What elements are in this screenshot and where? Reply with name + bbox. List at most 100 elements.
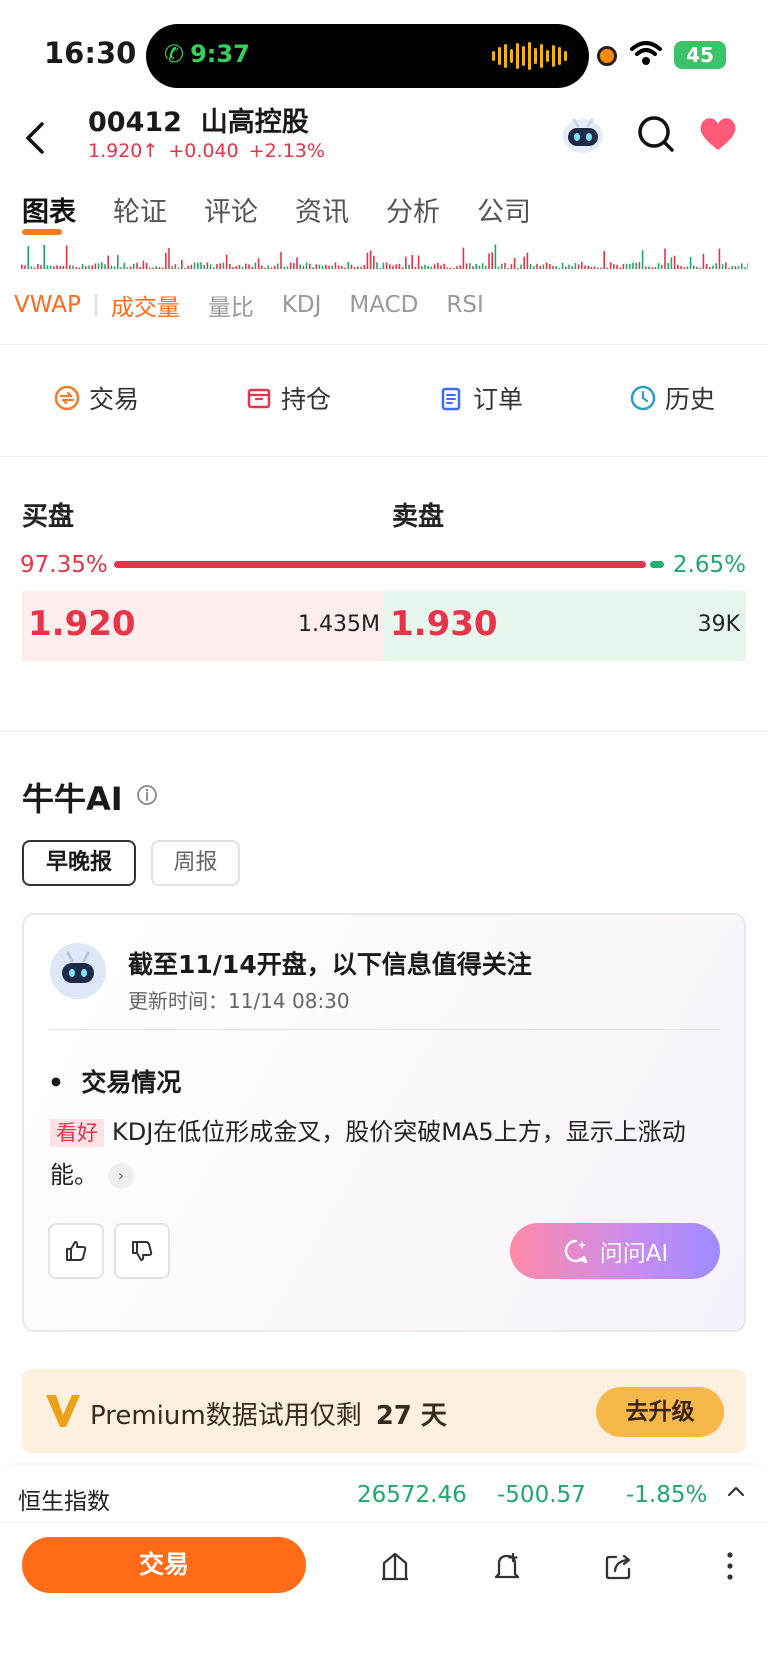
more-menu-icon[interactable] bbox=[720, 1549, 740, 1583]
indicator-bar: VWAP 成交量 量比 KDJ MACD RSI bbox=[14, 288, 512, 322]
volume-bar bbox=[264, 267, 266, 269]
volume-bar bbox=[85, 266, 87, 269]
volume-bar bbox=[360, 266, 362, 269]
volume-bar bbox=[254, 262, 257, 269]
history-icon bbox=[630, 385, 656, 411]
ask-percent: 2.65% bbox=[672, 552, 746, 578]
index-ticker[interactable]: 恒生指数 26572.46 -500.57 -1.85% bbox=[0, 1466, 768, 1522]
volume-bar bbox=[286, 266, 289, 269]
volume-bar bbox=[568, 264, 570, 269]
premium-days: 27 天 bbox=[375, 1401, 447, 1431]
chevron-up-icon[interactable] bbox=[724, 1480, 748, 1504]
info-icon[interactable] bbox=[136, 784, 158, 806]
volume-bar bbox=[699, 267, 701, 269]
price-alert-icon[interactable] bbox=[490, 1549, 524, 1583]
volume-bar bbox=[517, 267, 519, 269]
battery-icon: 45 bbox=[674, 41, 726, 69]
pill-weekly-report[interactable]: 周报 bbox=[151, 840, 240, 886]
tab-analysis[interactable]: 分析 bbox=[386, 190, 440, 229]
thumbs-up-button[interactable] bbox=[48, 1223, 104, 1279]
volume-bar bbox=[677, 264, 679, 269]
indicator-volume[interactable]: 成交量 bbox=[111, 288, 180, 322]
volume-bar bbox=[427, 265, 429, 269]
volume-bar bbox=[65, 245, 68, 269]
indicator-kdj[interactable]: KDJ bbox=[282, 292, 322, 318]
share-icon[interactable] bbox=[602, 1549, 636, 1583]
volume-bar bbox=[136, 262, 138, 269]
indicator-vwap[interactable]: VWAP bbox=[14, 292, 81, 318]
volume-bar bbox=[235, 266, 237, 269]
chevron-right-icon[interactable]: › bbox=[108, 1163, 134, 1189]
volume-bar bbox=[91, 265, 93, 269]
upgrade-button[interactable]: 去升级 bbox=[596, 1387, 724, 1437]
volume-bar bbox=[27, 246, 29, 269]
indicator-macd[interactable]: MACD bbox=[349, 292, 418, 318]
volume-bar bbox=[693, 265, 695, 269]
action-history[interactable]: 历史 bbox=[629, 380, 715, 416]
volume-bar bbox=[577, 264, 580, 269]
tab-chart[interactable]: 图表 bbox=[22, 190, 76, 235]
thumbs-down-button[interactable] bbox=[114, 1223, 170, 1279]
tab-warrants[interactable]: 轮证 bbox=[113, 190, 167, 229]
volume-bar bbox=[248, 264, 250, 269]
indicator-volume-ratio[interactable]: 量比 bbox=[208, 288, 254, 322]
action-position[interactable]: 持仓 bbox=[245, 380, 331, 416]
search-icon[interactable] bbox=[636, 112, 676, 156]
premium-banner[interactable]: Premium数据试用仅剩 27 天 去升级 bbox=[22, 1369, 746, 1453]
volume-bar bbox=[33, 267, 36, 269]
volume-bar bbox=[645, 266, 647, 269]
volume-chart[interactable] bbox=[20, 244, 748, 270]
volume-bar bbox=[30, 266, 33, 269]
volume-bar bbox=[344, 267, 346, 269]
premium-message: Premium数据试用仅剩 bbox=[90, 1401, 362, 1431]
tab-bar: 图表 轮证 评论 资讯 分析 公司 bbox=[22, 190, 568, 235]
building-icon[interactable] bbox=[378, 1549, 412, 1583]
section-divider bbox=[0, 731, 768, 732]
bid-volume: 1.435M bbox=[298, 612, 380, 637]
action-trade[interactable]: 交易 bbox=[53, 380, 139, 416]
volume-bar bbox=[229, 264, 231, 269]
favorite-heart-icon[interactable] bbox=[696, 112, 740, 156]
volume-bar bbox=[622, 264, 625, 269]
tab-company[interactable]: 公司 bbox=[477, 190, 531, 229]
dynamic-island[interactable]: ✆ 9:37 bbox=[146, 24, 589, 88]
up-arrow-icon: ↑ bbox=[142, 140, 159, 162]
indicator-rsi[interactable]: RSI bbox=[446, 292, 483, 318]
trade-button[interactable]: 交易 bbox=[22, 1537, 306, 1593]
volume-bar bbox=[389, 264, 391, 269]
volume-bar bbox=[392, 265, 394, 269]
ai-robot-icon[interactable] bbox=[560, 112, 606, 156]
tab-comments[interactable]: 评论 bbox=[204, 190, 258, 229]
ask-volume: 39K bbox=[697, 612, 740, 637]
volume-bar bbox=[625, 263, 628, 269]
pill-daily-report[interactable]: 早晚报 bbox=[22, 840, 136, 886]
volume-bar bbox=[597, 267, 599, 269]
volume-bar bbox=[225, 254, 228, 269]
volume-bar bbox=[446, 267, 449, 269]
ask-price: 1.930 bbox=[390, 604, 498, 644]
volume-bar bbox=[449, 267, 452, 269]
volume-bar bbox=[379, 268, 381, 269]
back-icon[interactable] bbox=[20, 118, 50, 158]
volume-bar bbox=[565, 266, 567, 269]
index-value: 26572.46 bbox=[357, 1482, 467, 1508]
stock-change-pct: +2.13% bbox=[248, 140, 325, 162]
tab-news[interactable]: 资讯 bbox=[295, 190, 349, 229]
volume-bar bbox=[465, 263, 468, 269]
action-orders[interactable]: 订单 bbox=[437, 380, 523, 416]
mic-indicator-icon bbox=[597, 46, 617, 66]
volume-bars bbox=[21, 244, 748, 269]
volume-bar bbox=[472, 266, 474, 269]
volume-bar bbox=[417, 255, 420, 269]
volume-bar bbox=[744, 267, 746, 269]
volume-bar bbox=[571, 266, 573, 269]
volume-bar bbox=[193, 262, 196, 269]
call-indicator: ✆ 9:37 bbox=[164, 40, 250, 68]
volume-bar bbox=[683, 267, 685, 269]
volume-bar bbox=[241, 266, 244, 269]
volume-bar bbox=[104, 264, 106, 269]
volume-bar bbox=[485, 265, 487, 269]
ask-ai-button[interactable]: 问问AI bbox=[510, 1223, 720, 1279]
volume-bar bbox=[177, 267, 180, 269]
volume-bar bbox=[523, 256, 525, 269]
